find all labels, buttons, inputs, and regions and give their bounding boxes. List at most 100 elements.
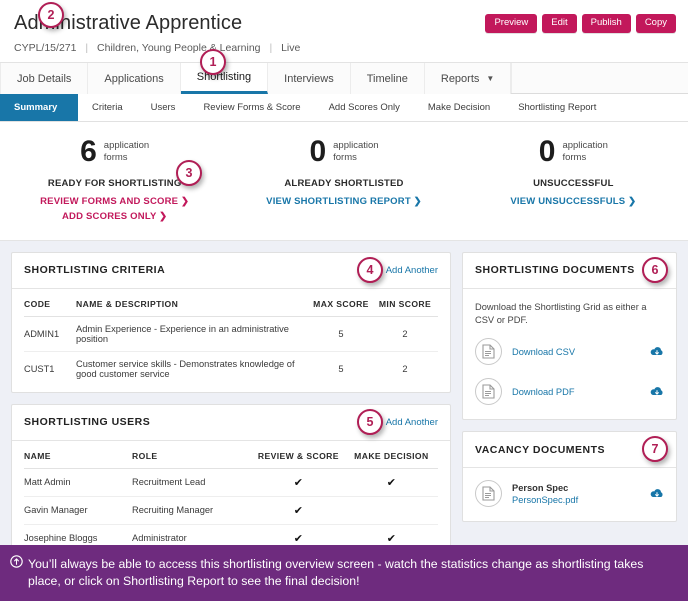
subtab-review-forms-and-score[interactable]: Review Forms & Score (189, 94, 314, 121)
criteria-row-1-min: 2 (402, 363, 408, 374)
subtab-make-decision[interactable]: Make Decision (414, 94, 504, 121)
vacancy-documents-header: VACANCY DOCUMENTS 7 (463, 432, 676, 469)
cloud-download-icon[interactable] (650, 488, 664, 499)
subtab-add-scores-only[interactable]: Add Scores Only (315, 94, 414, 121)
shortlisting-documents-body: Download the Shortlisting Grid as either… (463, 289, 676, 420)
stat-unsuccessful-label: UNSUCCESSFUL (533, 177, 614, 189)
users-row-0-decision-check: ✔ (348, 468, 438, 497)
users-header-row: NAME ROLE REVIEW & SCORE MAKE DECISION (24, 440, 438, 469)
table-row: Gavin Manager Recruiting Manager ✔ (24, 496, 438, 525)
tab-reports-label: Reports (440, 72, 480, 85)
stat-unsuccessful-unit-line1: application (562, 140, 608, 152)
criteria-col-name: NAME & DESCRIPTION (76, 288, 310, 317)
tab-interviews[interactable]: Interviews (268, 63, 351, 94)
right-column: SHORTLISTING DOCUMENTS 6 Download the Sh… (462, 251, 677, 534)
callout-badge-2: 2 (38, 2, 64, 28)
criteria-row-0-max: 5 (310, 316, 376, 352)
users-row-0-review-check: ✔ (252, 468, 349, 497)
users-row-1-review-check: ✔ (252, 496, 349, 525)
subtab-criteria[interactable]: Criteria (78, 94, 137, 121)
shortlisting-documents-intro: Download the Shortlisting Grid as either… (475, 301, 647, 325)
download-csv-link[interactable]: Download CSV (512, 347, 650, 357)
table-row: ADMIN1 Admin Experience - Experience in … (24, 316, 438, 352)
stat-ready-value-group: 6 application forms (80, 137, 149, 167)
breadcrumb-status: Live (281, 42, 301, 54)
users-row-0-name: Matt Admin (24, 468, 132, 497)
criteria-row-0-min: 2 (376, 316, 438, 352)
publish-button[interactable]: Publish (581, 14, 631, 33)
shortlisting-documents-panel: SHORTLISTING DOCUMENTS 6 Download the Sh… (462, 251, 677, 421)
list-item[interactable]: Download CSV (475, 338, 664, 366)
criteria-panel-title: SHORTLISTING CRITERIA (24, 264, 166, 276)
preview-button[interactable]: Preview (485, 14, 538, 33)
review-forms-and-score-link[interactable]: REVIEW FORMS AND SCORE ❯ (0, 196, 229, 207)
criteria-header-row: CODE NAME & DESCRIPTION MAX SCORE MIN SC… (24, 288, 438, 317)
tab-timeline[interactable]: Timeline (350, 63, 425, 94)
stat-unsuccessful-value-group: 0 application forms (539, 137, 608, 167)
tab-applications[interactable]: Applications (88, 63, 181, 94)
shortlisting-criteria-panel: SHORTLISTING CRITERIA Add Another 4 CODE… (11, 251, 451, 393)
vacancy-documents-title: VACANCY DOCUMENTS (475, 443, 606, 456)
stat-unsuccessful: 0 application forms UNSUCCESSFUL VIEW UN… (459, 137, 688, 222)
users-col-name: NAME (24, 440, 132, 469)
subtab-shortlisting-report[interactable]: Shortlisting Report (504, 94, 610, 121)
stat-shortlisted-unit-line1: application (333, 140, 379, 152)
subtab-summary[interactable]: Summary (0, 94, 78, 121)
page-header: Administrative Apprentice CYPL/15/271 | … (0, 0, 688, 62)
footer-tip-banner: You’ll always be able to access this sho… (0, 545, 688, 601)
view-shortlisting-report-link[interactable]: VIEW SHORTLISTING REPORT ❯ (229, 196, 458, 207)
users-row-1-role: Recruiting Manager (132, 496, 252, 525)
list-item[interactable]: Download PDF (475, 378, 664, 406)
main-content: SHORTLISTING CRITERIA Add Another 4 CODE… (0, 241, 688, 570)
shortlisting-stats: 6 application forms READY FOR SHORTLISTI… (0, 122, 688, 241)
main-tab-bar: Job Details Applications Shortlisting In… (0, 49, 688, 94)
footer-tip-text: You’ll always be able to access this sho… (28, 556, 644, 588)
stat-unsuccessful-unit: application forms (562, 140, 607, 164)
tab-reports[interactable]: Reports ▼ (424, 63, 512, 94)
breadcrumb-separator-2: | (269, 42, 273, 54)
criteria-table-wrap: CODE NAME & DESCRIPTION MAX SCORE MIN SC… (12, 288, 450, 392)
users-table-wrap: NAME ROLE REVIEW & SCORE MAKE DECISION M… (12, 440, 450, 558)
tab-bar-filler (511, 63, 688, 94)
callout-badge-6: 6 (642, 256, 668, 283)
edit-button[interactable]: Edit (542, 14, 577, 33)
download-pdf-link[interactable]: Download PDF (512, 387, 650, 397)
cloud-download-icon[interactable] (650, 386, 664, 397)
view-unsuccessfuls-link[interactable]: VIEW UNSUCCESSFULS ❯ (459, 196, 688, 207)
left-column: SHORTLISTING CRITERIA Add Another 4 CODE… (11, 251, 451, 570)
shortlisting-documents-title: SHORTLISTING DOCUMENTS (475, 264, 635, 276)
info-circle-icon (10, 555, 23, 568)
download-csv-text: Download CSV (512, 347, 650, 357)
stat-ready-for-shortlisting: 6 application forms READY FOR SHORTLISTI… (0, 137, 229, 222)
subtab-users[interactable]: Users (137, 94, 190, 121)
tab-job-details[interactable]: Job Details (0, 63, 89, 94)
stat-shortlisted-unit-line2: forms (333, 152, 357, 164)
criteria-col-max-score: MAX SCORE (310, 288, 376, 317)
cloud-download-icon[interactable] (650, 346, 664, 357)
stat-ready-unit: application forms (104, 140, 149, 164)
add-scores-only-link[interactable]: ADD SCORES ONLY ❯ (0, 211, 229, 222)
criteria-row-1-max: 5 (338, 363, 344, 374)
callout-badge-1: 1 (200, 49, 226, 75)
callout-badge-4: 4 (357, 256, 383, 283)
person-spec-file-link[interactable]: PersonSpec.pdf (512, 495, 650, 505)
criteria-add-another-label: Add Another (385, 264, 438, 276)
breadcrumb-department: Children, Young People & Learning (97, 42, 261, 54)
stat-shortlisted-value-group: 0 application forms (309, 137, 379, 167)
criteria-col-code: CODE (24, 288, 76, 317)
criteria-panel-header: SHORTLISTING CRITERIA Add Another 4 (12, 253, 450, 289)
stat-already-shortlisted: 0 application forms ALREADY SHORTLISTED … (229, 137, 458, 222)
download-pdf-text: Download PDF (512, 387, 650, 397)
callout-badge-3: 3 (176, 160, 202, 186)
breadcrumb-ref: CYPL/15/271 (14, 42, 77, 54)
document-icon (475, 378, 502, 406)
criteria-col-min-score: MIN SCORE (376, 288, 438, 317)
stat-shortlisted-label: ALREADY SHORTLISTED (284, 177, 404, 189)
users-panel-title: SHORTLISTING USERS (24, 416, 151, 428)
table-row: CUST1 Customer service skills - Demonstr… (24, 351, 438, 386)
criteria-row-1-code: CUST1 (24, 363, 55, 374)
copy-button[interactable]: Copy (635, 14, 676, 33)
users-row-1-name: Gavin Manager (24, 496, 132, 525)
document-icon (475, 480, 502, 508)
list-item[interactable]: Person Spec PersonSpec.pdf (475, 480, 664, 508)
